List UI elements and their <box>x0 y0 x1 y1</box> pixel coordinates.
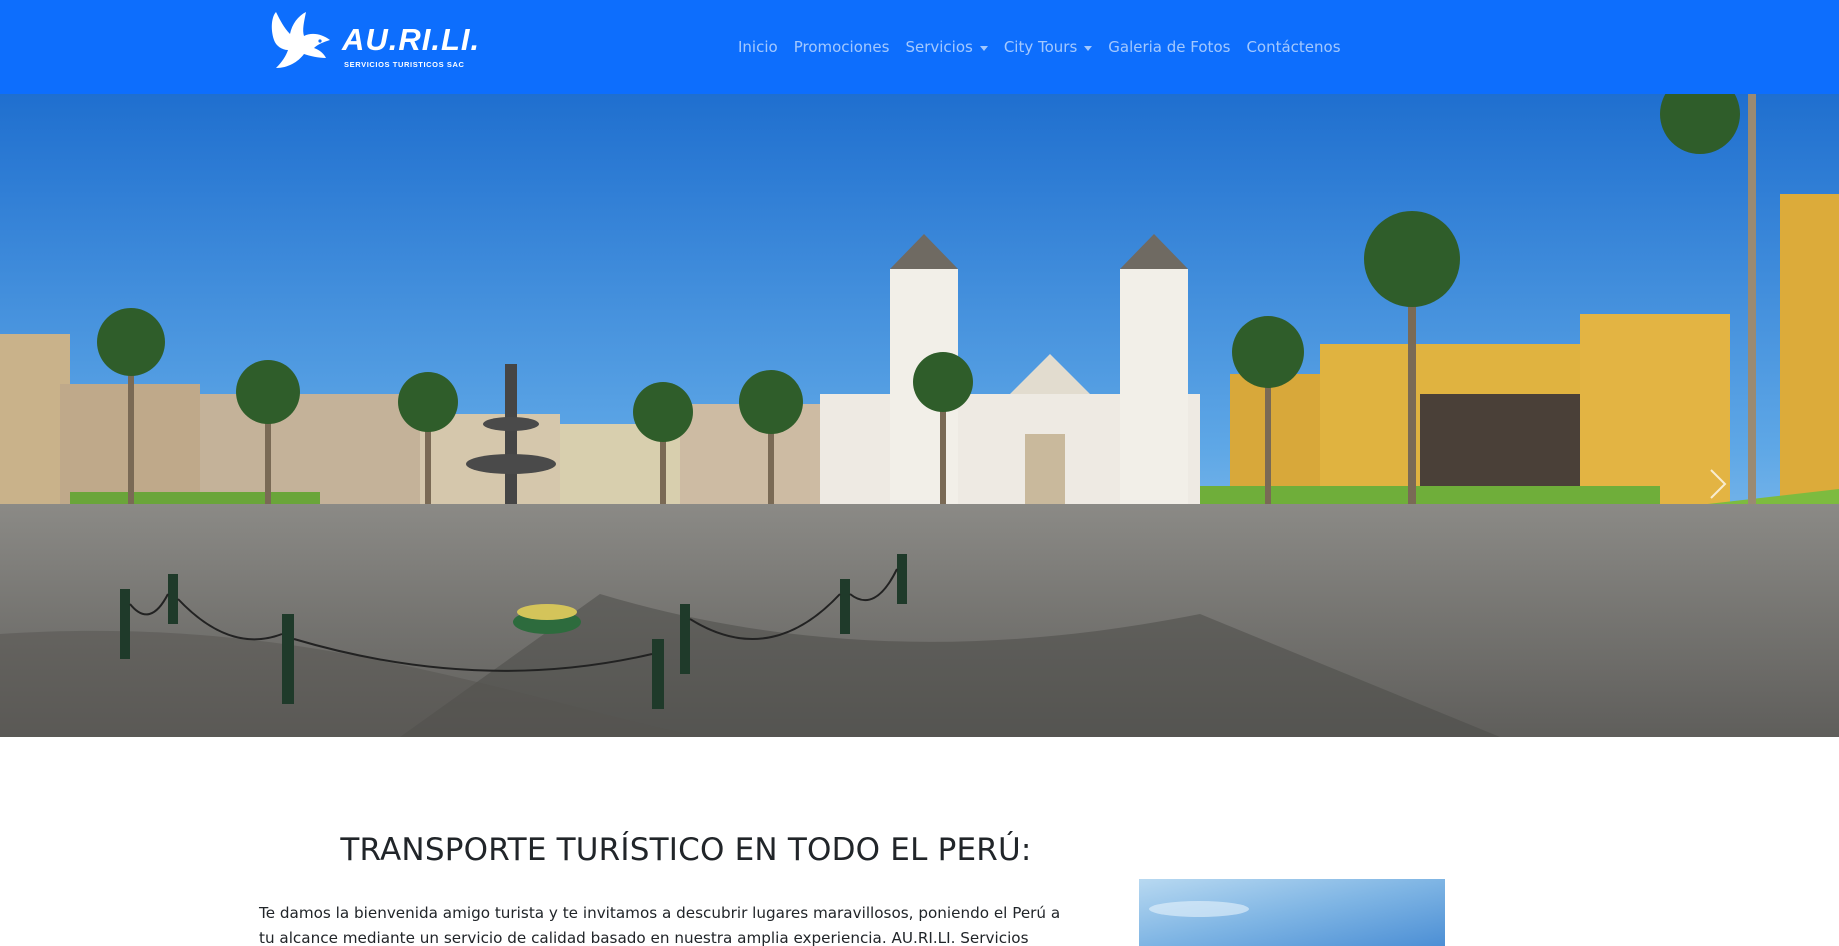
brand-name: AU.RI.LI. <box>342 22 481 57</box>
nav-item-servicios[interactable]: Servicios <box>905 38 988 56</box>
nav-item-promociones[interactable]: Promociones <box>794 38 890 56</box>
intro-paragraph: Te damos la bienvenida amigo turista y t… <box>259 904 1061 946</box>
brand-logo-link[interactable]: AU.RI.LI. SERVICIOS TURISTICOS SAC <box>268 8 498 72</box>
caret-down-icon <box>979 45 988 51</box>
brand-tagline: SERVICIOS TURISTICOS SAC <box>344 60 465 69</box>
nav-item-contactenos[interactable]: Contáctenos <box>1246 38 1340 56</box>
side-photo <box>1139 879 1445 946</box>
nav-item-galeria-de-fotos[interactable]: Galeria de Fotos <box>1108 38 1230 56</box>
nav-item-inicio[interactable]: Inicio <box>738 38 778 56</box>
section-title: TRANSPORTE TURÍSTICO EN TODO EL PERÚ: <box>340 832 1032 868</box>
dove-icon <box>271 12 330 68</box>
hero-carousel <box>0 94 1839 737</box>
nav-item-label: Promociones <box>793 38 890 56</box>
nav-item-label: City Tours <box>1003 38 1078 56</box>
nav-item-label: Contáctenos <box>1246 38 1341 56</box>
main-nav: Inicio Promociones Servicios City Tours … <box>738 0 1357 94</box>
nav-item-label: Servicios <box>905 38 973 56</box>
carousel-next-button[interactable] <box>1700 449 1736 519</box>
chevron-right-icon <box>1710 469 1727 499</box>
nav-item-label: Galeria de Fotos <box>1108 38 1231 56</box>
nav-item-city-tours[interactable]: City Tours <box>1003 38 1093 56</box>
side-photo-sky <box>1139 879 1445 946</box>
hero-image-plaza <box>0 94 1839 737</box>
caret-down-icon <box>1084 45 1093 51</box>
nav-item-label: Inicio <box>738 38 778 56</box>
top-navbar: AU.RI.LI. SERVICIOS TURISTICOS SAC Inici… <box>0 0 1839 94</box>
